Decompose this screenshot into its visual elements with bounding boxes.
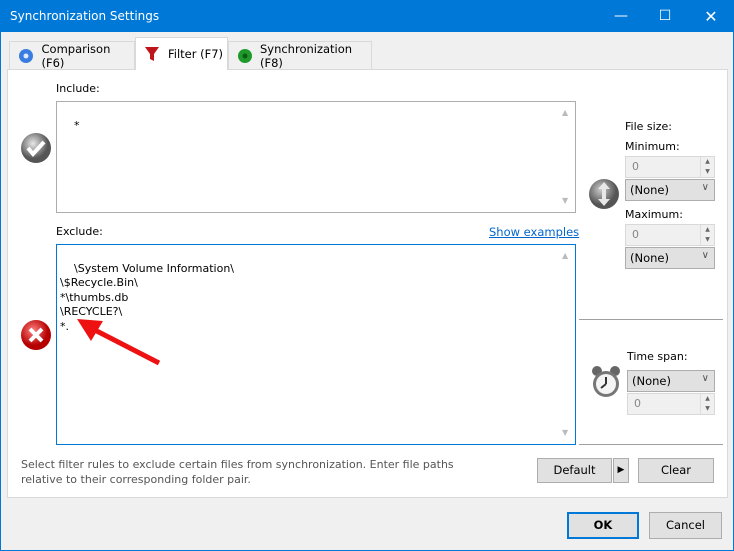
time-span-label: Time span:	[627, 350, 688, 363]
scrollbar[interactable]: ▲ ▼	[558, 245, 575, 444]
tab-label: Filter (F7)	[168, 47, 224, 61]
red-arrow-annotation	[77, 319, 161, 366]
chevron-down-icon: ∨	[701, 373, 709, 384]
ok-button[interactable]: OK	[567, 512, 639, 539]
tab-label: Comparison (F6)	[41, 42, 111, 70]
minimum-label: Minimum:	[625, 140, 680, 153]
help-text: Select filter rules to exclude certain f…	[21, 458, 454, 486]
chevron-down-icon: ∨	[701, 182, 709, 193]
show-examples-link[interactable]: Show examples	[489, 225, 579, 239]
maximum-size-stepper[interactable]: 0 ▲ ▼	[625, 224, 715, 246]
window-title: Synchronization Settings	[10, 9, 160, 23]
tab-synchronization[interactable]: Synchronization (F8)	[228, 41, 372, 70]
gear-blue-icon	[19, 49, 33, 63]
time-span-select[interactable]: (None) ∨	[627, 370, 715, 392]
default-button[interactable]: Default	[537, 458, 612, 483]
time-span-stepper[interactable]: 0 ▲ ▼	[627, 393, 715, 415]
default-dropdown-button[interactable]: ▶	[613, 458, 629, 483]
gear-green-icon	[238, 49, 252, 63]
file-size-label: File size:	[625, 120, 672, 133]
clear-button[interactable]: Clear	[638, 458, 714, 483]
include-label: Include:	[56, 82, 100, 95]
minimum-size-stepper[interactable]: 0 ▲ ▼	[625, 156, 715, 178]
divider	[579, 444, 723, 445]
dialog-window: Synchronization Settings — ☐ ✕ Compariso…	[0, 0, 734, 551]
error-x-icon	[21, 320, 51, 350]
include-text: *	[74, 118, 80, 132]
funnel-icon	[145, 47, 159, 61]
checkmark-icon	[21, 133, 51, 163]
maximum-label: Maximum:	[625, 208, 683, 221]
scrollbar[interactable]: ▲ ▼	[558, 102, 575, 212]
exclude-label: Exclude:	[56, 225, 103, 238]
divider	[579, 319, 723, 320]
title-bar: Synchronization Settings — ☐ ✕	[1, 1, 734, 32]
maximum-unit-select[interactable]: (None) ∨	[625, 247, 715, 269]
tab-comparison[interactable]: Comparison (F6)	[9, 41, 135, 70]
close-icon[interactable]: ✕	[688, 1, 734, 32]
file-size-arrows-icon	[589, 179, 619, 209]
tab-label: Synchronization (F8)	[259, 42, 353, 70]
minimum-unit-select[interactable]: (None) ∨	[625, 179, 715, 201]
triangle-right-icon: ▶	[617, 465, 625, 475]
minimize-icon[interactable]: —	[598, 1, 644, 32]
tab-filter[interactable]: Filter (F7)	[135, 37, 228, 70]
alarm-clock-icon	[592, 366, 620, 397]
cancel-button[interactable]: Cancel	[649, 512, 722, 539]
chevron-down-icon: ∨	[701, 250, 709, 261]
maximize-icon[interactable]: ☐	[642, 1, 688, 32]
include-textarea[interactable]: * ▲ ▼	[56, 101, 576, 213]
